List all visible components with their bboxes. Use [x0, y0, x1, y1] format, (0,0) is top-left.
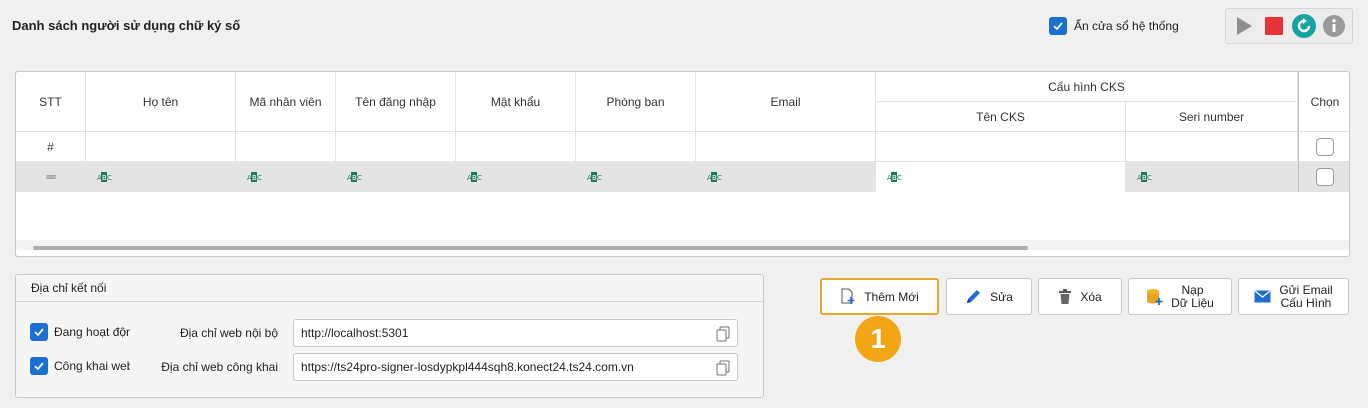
filter-row-marker: #: [16, 132, 86, 162]
send-email-line2: Cấu Hình: [1280, 295, 1332, 310]
svg-text:C: C: [477, 174, 482, 182]
filter-cell[interactable]: [86, 132, 236, 162]
col-ten-cks[interactable]: Tên CKS: [876, 102, 1126, 132]
public-address-label: Địa chỉ web công khai: [161, 360, 278, 374]
stop-icon: [1265, 17, 1283, 35]
filter-cell[interactable]: [456, 132, 576, 162]
filter-select-cell[interactable]: [1298, 132, 1349, 162]
copy-icon[interactable]: [716, 360, 730, 379]
col-ma-nhan-vien[interactable]: Mã nhân viên: [236, 72, 336, 132]
send-email-button[interactable]: Gửi Email Cấu Hình: [1238, 278, 1349, 315]
filter-cell[interactable]: [876, 132, 1126, 162]
pencil-icon: [967, 290, 981, 303]
col-mat-khau[interactable]: Mật khẩu: [456, 72, 576, 132]
page-title: Danh sách người sử dụng chữ ký số: [12, 18, 241, 33]
load-data-line2: Dữ Liệu: [1171, 295, 1214, 310]
public-web-checkbox[interactable]: [30, 357, 48, 375]
svg-text:C: C: [897, 174, 902, 182]
col-seri-number[interactable]: Seri number: [1126, 102, 1298, 132]
scrollbar-thumb[interactable]: [33, 246, 1028, 250]
text-type-icon: ABC: [346, 172, 362, 182]
user-grid: STT Họ tên Mã nhân viên Tên đăng nhập Mậ…: [15, 71, 1350, 257]
load-data-line1: Nạp: [1181, 282, 1204, 297]
local-address-label: Địa chỉ web nội bộ: [179, 326, 278, 340]
active-option[interactable]: Đang hoạt động: [30, 323, 130, 341]
text-type-icon: ABC: [246, 172, 262, 182]
send-email-line1: Gửi Email: [1279, 282, 1333, 297]
refresh-button[interactable]: [1289, 11, 1319, 41]
edit-label: Sửa: [990, 289, 1013, 304]
add-new-button[interactable]: Thêm Mới: [820, 278, 939, 315]
text-type-icon: ABC: [96, 172, 112, 182]
check-icon: [34, 362, 44, 371]
service-controls: [1225, 8, 1353, 44]
hide-window-option[interactable]: Ẩn cửa sổ hệ thống: [1049, 17, 1179, 35]
col-chon[interactable]: Chọn: [1298, 72, 1349, 132]
new-row-select-cell[interactable]: [1298, 162, 1349, 192]
copy-icon[interactable]: [716, 326, 730, 345]
filter-cell[interactable]: [1126, 132, 1298, 162]
connection-panel: Địa chỉ kết nối Đang hoạt động Địa chỉ w…: [15, 274, 764, 398]
play-button[interactable]: [1229, 11, 1259, 41]
col-email[interactable]: Email: [696, 72, 876, 132]
new-row-select-checkbox[interactable]: [1316, 167, 1334, 186]
filter-select-checkbox[interactable]: [1316, 137, 1334, 156]
filter-cell[interactable]: [336, 132, 456, 162]
public-address-field[interactable]: https://ts24pro-signer-losdypkpl444sqh8.…: [293, 353, 738, 381]
text-type-icon: ABC: [886, 172, 902, 182]
svg-text:C: C: [357, 174, 362, 182]
new-document-icon: [841, 288, 855, 304]
col-group-cau-hinh-cks: Cấu hình CKS: [876, 72, 1298, 102]
filter-cell[interactable]: [576, 132, 696, 162]
hide-window-label: Ẩn cửa sổ hệ thống: [1074, 19, 1179, 33]
stop-button[interactable]: [1259, 11, 1289, 41]
col-ten-dang-nhap[interactable]: Tên đăng nhập: [336, 72, 456, 132]
check-icon: [1053, 22, 1063, 31]
col-stt[interactable]: STT: [16, 72, 86, 132]
local-address-field[interactable]: http://localhost:5301: [293, 319, 738, 347]
load-data-label: Nạp Dữ Liệu: [1171, 282, 1214, 310]
info-button[interactable]: [1319, 11, 1349, 41]
svg-text:C: C: [107, 174, 112, 182]
trash-icon: [1059, 288, 1072, 304]
play-icon: [1237, 17, 1252, 35]
svg-text:C: C: [1147, 174, 1152, 182]
filter-cell[interactable]: [236, 132, 336, 162]
svg-text:C: C: [597, 174, 602, 182]
connection-panel-title: Địa chỉ kết nối: [16, 275, 763, 302]
add-new-label: Thêm Mới: [864, 289, 919, 304]
active-label: Đang hoạt động: [54, 325, 130, 339]
svg-text:C: C: [717, 174, 722, 182]
text-type-icon: ABC: [1136, 172, 1152, 182]
filter-cell[interactable]: [696, 132, 876, 162]
refresh-icon: [1292, 14, 1316, 38]
load-data-button[interactable]: Nạp Dữ Liệu: [1128, 278, 1232, 315]
email-icon: [1254, 290, 1271, 303]
col-ho-ten[interactable]: Họ tên: [86, 72, 236, 132]
svg-text:C: C: [257, 174, 262, 182]
text-type-icon: ABC: [466, 172, 482, 182]
public-web-option[interactable]: Công khai web: [30, 357, 130, 375]
local-address-value: http://localhost:5301: [301, 326, 409, 340]
public-web-label: Công khai web: [54, 359, 130, 373]
step-badge: 1: [855, 316, 901, 362]
delete-button[interactable]: Xóa: [1038, 278, 1122, 315]
new-row-active-cell[interactable]: [876, 162, 1126, 192]
text-type-icon: ABC: [706, 172, 722, 182]
new-row-marker: ═: [16, 162, 86, 192]
info-icon: [1323, 15, 1345, 37]
edit-button[interactable]: Sửa: [946, 278, 1032, 315]
send-email-label: Gửi Email Cấu Hình: [1279, 282, 1333, 310]
check-icon: [34, 328, 44, 337]
delete-label: Xóa: [1080, 289, 1102, 304]
hide-window-checkbox[interactable]: [1049, 17, 1067, 35]
col-phong-ban[interactable]: Phòng ban: [576, 72, 696, 132]
database-add-icon: [1147, 288, 1163, 305]
text-type-icon: ABC: [586, 172, 602, 182]
active-checkbox[interactable]: [30, 323, 48, 341]
public-address-value: https://ts24pro-signer-losdypkpl444sqh8.…: [301, 360, 634, 374]
